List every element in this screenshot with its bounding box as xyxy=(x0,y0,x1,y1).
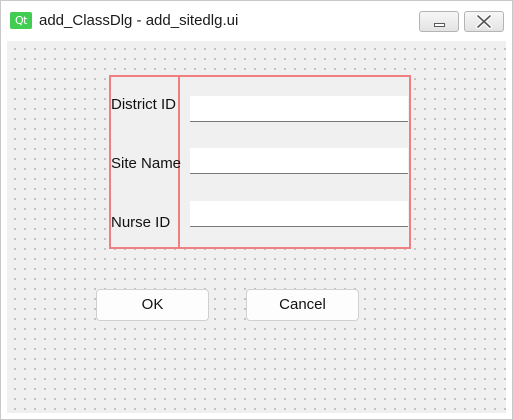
district-id-input[interactable] xyxy=(190,96,408,122)
nurse-id-input[interactable] xyxy=(190,201,408,227)
close-icon xyxy=(476,14,492,29)
design-canvas: District ID Site Name Nurse ID OK Cancel xyxy=(7,41,506,413)
cancel-button[interactable]: Cancel xyxy=(246,289,359,321)
window-title: add_ClassDlg - add_sitedlg.ui xyxy=(39,12,239,29)
nurse-id-label: Nurse ID xyxy=(111,214,171,231)
close-button[interactable] xyxy=(464,11,504,32)
title-bar[interactable]: Qt add_ClassDlg - add_sitedlg.ui xyxy=(1,1,512,41)
minimize-button[interactable] xyxy=(419,11,459,32)
dialog-window: Qt add_ClassDlg - add_sitedlg.ui Distric… xyxy=(0,0,513,420)
site-name-input[interactable] xyxy=(190,148,408,174)
site-name-label: Site Name xyxy=(111,155,182,172)
ok-button[interactable]: OK xyxy=(96,289,209,321)
qt-logo-icon: Qt xyxy=(10,12,32,29)
district-id-label: District ID xyxy=(111,96,176,113)
minimize-icon xyxy=(434,23,445,27)
